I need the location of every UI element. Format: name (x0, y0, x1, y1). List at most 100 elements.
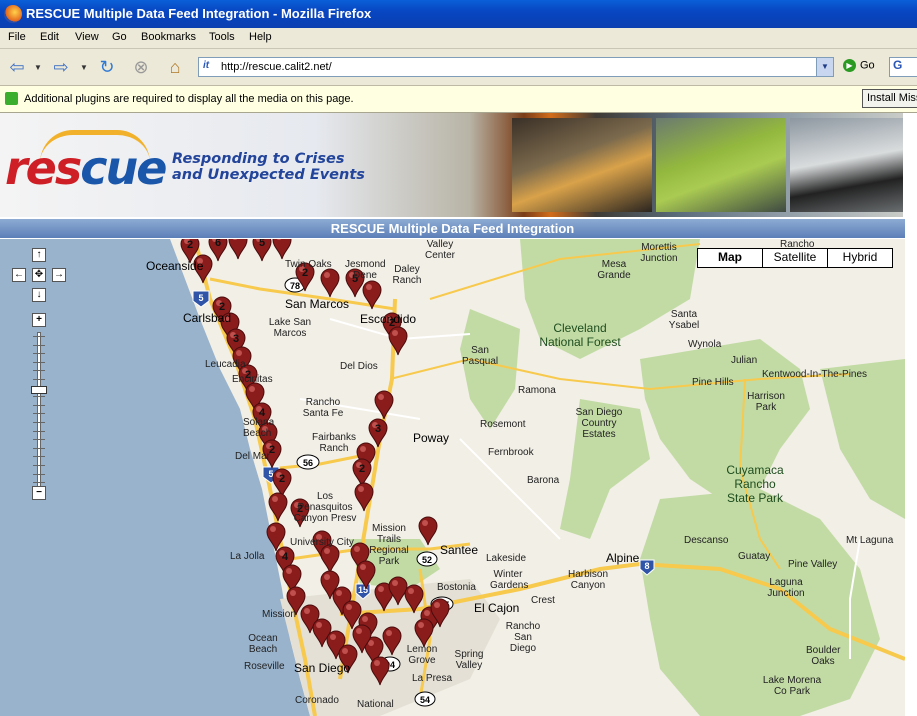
menu-view[interactable]: View (75, 31, 99, 43)
label-mission-trails: Mission Trails Regional Park (369, 523, 409, 567)
label-morettis-junction: Morettis Junction (640, 242, 678, 264)
back-dropdown-icon[interactable]: ▼ (32, 55, 44, 79)
window-titlebar[interactable]: RESCUE Multiple Data Feed Integration - … (0, 0, 917, 28)
incident-marker-highlight (358, 486, 364, 492)
rescue-logo: rescue (5, 141, 167, 195)
shield-label-52: 52 (422, 555, 432, 565)
rescue-banner: rescue Responding to Crises and Unexpect… (0, 113, 903, 217)
incident-marker-highlight (286, 568, 292, 574)
zoom-slider-tick (33, 465, 45, 466)
zoom-slider-thumb[interactable] (31, 386, 47, 394)
label-escondido: Escondido (360, 312, 417, 326)
label-national: National (357, 699, 394, 710)
zoom-slider-tick (33, 447, 45, 449)
menu-go[interactable]: Go (112, 31, 127, 43)
incident-marker-highlight (422, 520, 428, 526)
label-rancho-san-diego: Rancho San Diego (505, 621, 541, 654)
label-barona: Barona (527, 475, 560, 486)
shield-label-56: 56 (303, 458, 313, 468)
label-lakeside: Lakeside (486, 553, 527, 564)
forward-dropdown-icon[interactable]: ▼ (78, 55, 90, 79)
incident-marker-pin[interactable] (268, 492, 288, 522)
label-solana-beach: Solana Beach (243, 417, 275, 439)
incident-marker-pin[interactable] (272, 239, 292, 260)
address-bar[interactable]: it http://rescue.calit2.net/ ▼ (198, 57, 834, 77)
label-leucadia: Leucadia (205, 359, 246, 370)
pan-left-icon[interactable]: ← (12, 268, 26, 282)
incident-marker-count: 6 (215, 239, 221, 249)
incident-marker-highlight (324, 574, 330, 580)
go-button[interactable]: ▶ Go (843, 59, 875, 72)
shield-label-54: 54 (420, 695, 430, 705)
shield-label-5a: 5 (198, 293, 203, 303)
zoom-slider[interactable] (31, 332, 47, 490)
label-wynola: Wynola (688, 339, 722, 350)
label-jesmond-dene: Jesmond Dene (345, 259, 386, 281)
banner-tagline: Responding to Crises and Unexpected Even… (172, 151, 365, 183)
menu-help[interactable]: Help (249, 31, 272, 43)
label-la-jolla: La Jolla (230, 551, 265, 562)
zoom-slider-tick (33, 439, 45, 441)
google-map[interactable]: 5 5 8 15 78 56 52 125 94 54 265252232423… (0, 239, 905, 716)
pan-down-icon[interactable]: ↓ (32, 288, 46, 302)
back-icon[interactable]: ⇦ (4, 55, 30, 79)
forward-icon[interactable]: ⇨ (48, 55, 74, 79)
menu-bookmarks[interactable]: Bookmarks (141, 31, 196, 43)
reload-icon[interactable]: ↻ (94, 55, 120, 79)
label-lemon-grove: Lemon Grove (406, 644, 438, 666)
plugin-notification-bar: Additional plugins are required to displ… (0, 86, 917, 113)
install-missing-plugins-button[interactable]: Install Missing Plugins... (862, 89, 917, 108)
map-type-hybrid-button[interactable]: Hybrid (827, 249, 892, 267)
incident-marker-highlight (356, 628, 362, 634)
incident-marker-pin[interactable] (418, 516, 438, 546)
incident-marker-highlight (392, 580, 398, 586)
label-university-city: University City (290, 537, 354, 548)
address-dropdown-icon[interactable]: ▼ (816, 58, 833, 76)
label-twin-oaks: Twin Oaks (285, 259, 332, 270)
zoom-in-icon[interactable]: + (32, 313, 46, 327)
address-url[interactable]: http://rescue.calit2.net/ (221, 61, 332, 73)
zoom-slider-tick (33, 396, 45, 398)
menu-file[interactable]: File (8, 31, 26, 43)
label-lake-san-marcos: Lake San Marcos (268, 317, 312, 339)
map-type-control: Map Satellite Hybrid (697, 248, 893, 268)
label-laguna-junction: Laguna Junction (767, 577, 805, 599)
map-type-satellite-button[interactable]: Satellite (762, 249, 827, 267)
incident-marker-highlight (362, 616, 368, 622)
label-ramona: Ramona (518, 385, 556, 396)
label-pine-valley: Pine Valley (788, 559, 838, 570)
label-lake-morena-co-park: Lake Morena Co Park (762, 675, 822, 697)
label-del-mar: Del Mar (235, 451, 271, 462)
pan-center-icon[interactable]: ✥ (32, 268, 46, 282)
incident-marker-pin[interactable] (320, 544, 340, 574)
home-icon[interactable]: ⌂ (162, 55, 188, 79)
incident-marker-pin[interactable] (320, 268, 340, 298)
incident-marker-highlight (346, 604, 352, 610)
zoom-slider-tick (33, 482, 45, 484)
zoom-slider-tick (33, 336, 45, 337)
forest-east (820, 359, 905, 519)
label-boulder-oaks: Boulder Oaks (806, 645, 841, 667)
zoom-out-icon[interactable]: − (32, 486, 46, 500)
incident-marker-highlight (270, 526, 276, 532)
incident-marker-highlight (236, 350, 242, 356)
search-engine-box[interactable]: G (889, 57, 917, 77)
incident-marker-highlight (304, 608, 310, 614)
zoom-slider-tick (33, 456, 45, 458)
label-winter-gardens: Winter Gardens (490, 569, 529, 591)
label-fairbanks-ranch: Fairbanks Ranch (312, 432, 356, 454)
zoom-slider-tick (33, 422, 45, 423)
pan-right-icon[interactable]: → (52, 268, 66, 282)
pan-up-icon[interactable]: ↑ (32, 248, 46, 262)
label-cleveland-national-forest: Cleveland National Forest (539, 321, 621, 349)
label-los-penasquitos: Los Penasquitos Canyon Presv (293, 491, 357, 524)
label-ocean-beach: Ocean Beach (248, 633, 278, 655)
menu-edit[interactable]: Edit (40, 31, 59, 43)
stop-icon[interactable]: ⊗ (128, 55, 154, 79)
label-roseville: Roseville (244, 661, 285, 672)
incident-marker-pin[interactable] (228, 239, 248, 260)
map-type-map-button[interactable]: Map (698, 249, 762, 267)
label-fernbrook: Fernbrook (488, 447, 534, 458)
menu-tools[interactable]: Tools (209, 31, 235, 43)
police-car-photo (790, 118, 903, 212)
